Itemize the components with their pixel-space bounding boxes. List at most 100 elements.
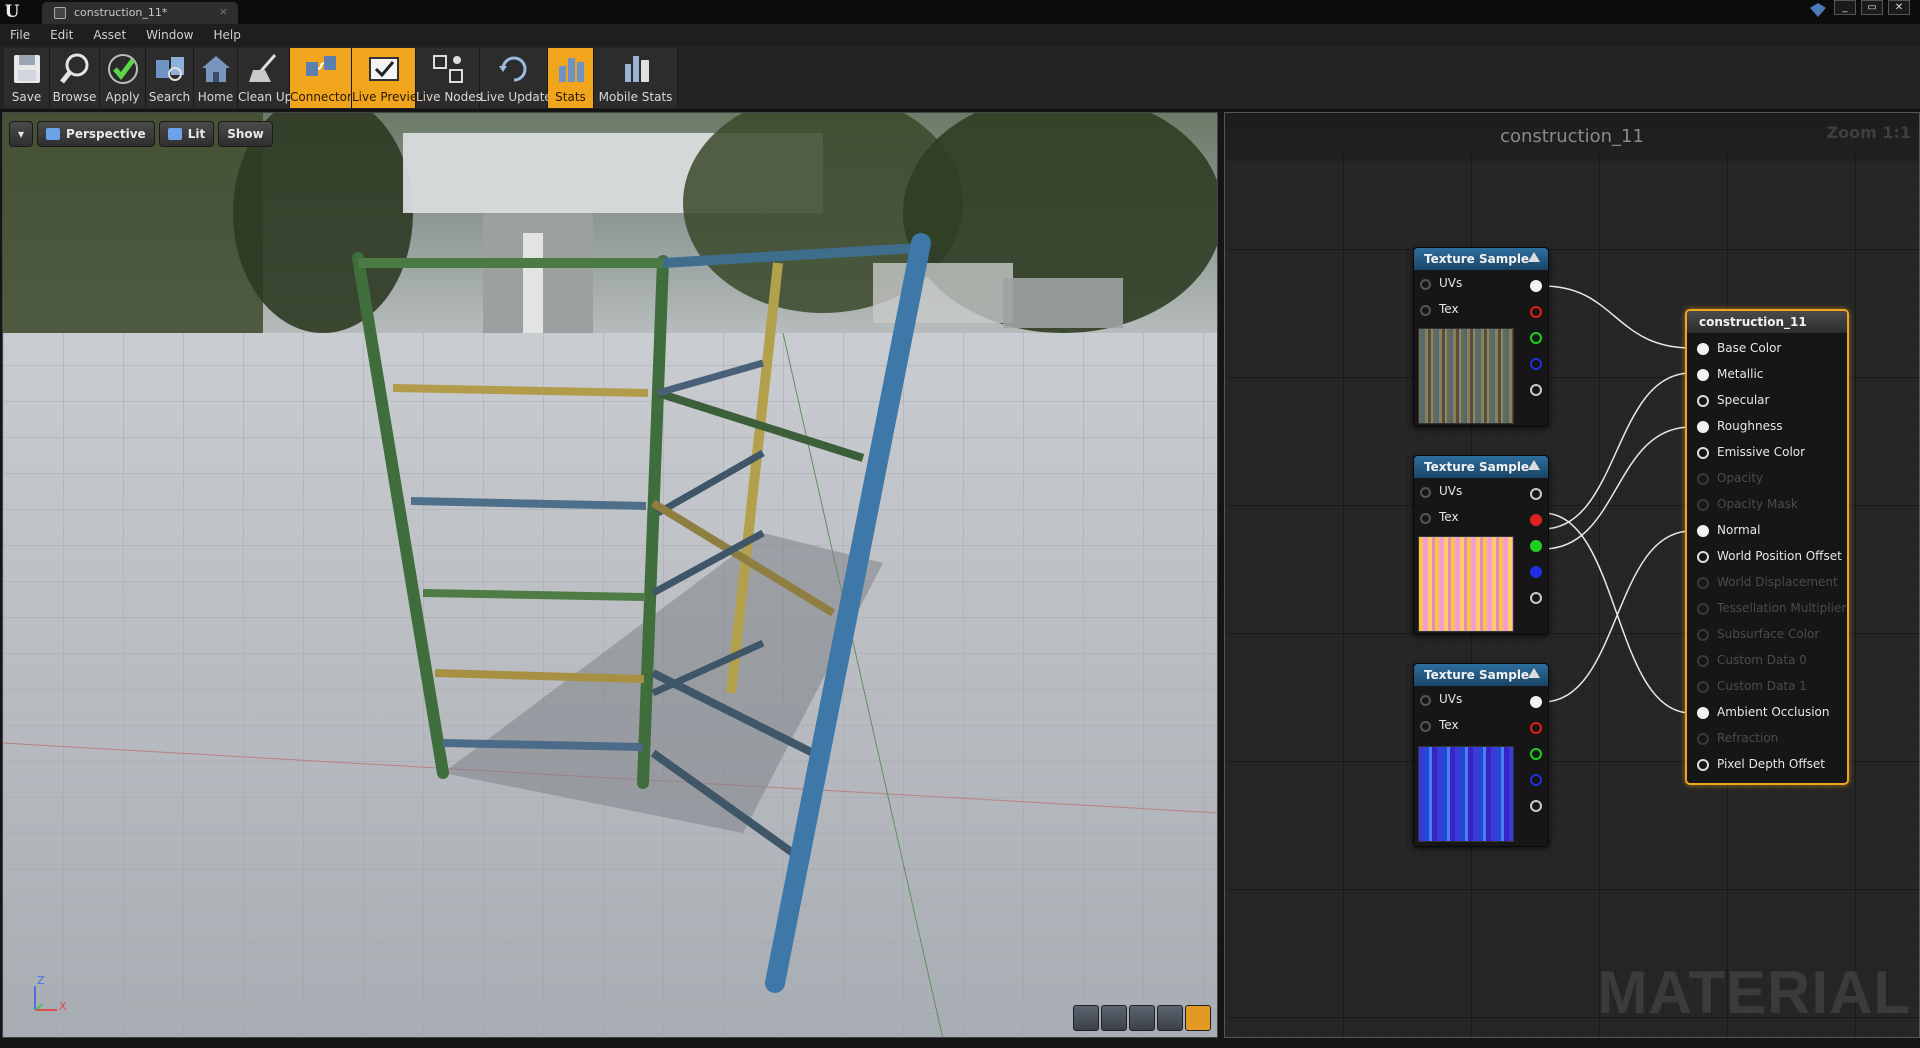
alpha-output-pin[interactable] xyxy=(1530,592,1542,604)
cylinder-preview-button[interactable] xyxy=(1073,1005,1099,1031)
menu-help[interactable]: Help xyxy=(213,28,240,42)
maximize-button[interactable]: ▭ xyxy=(1861,0,1883,15)
browse-button[interactable]: Browse xyxy=(50,48,100,108)
uvs-pin[interactable] xyxy=(1420,695,1431,706)
tex-pin[interactable] xyxy=(1420,305,1431,316)
rgb-output-pin[interactable] xyxy=(1530,280,1542,292)
cube-preview-button[interactable] xyxy=(1157,1005,1183,1031)
blue-output-pin[interactable] xyxy=(1530,566,1542,578)
result-input-ambient-occlusion[interactable]: Ambient Occlusion xyxy=(1687,703,1847,723)
show-button[interactable]: Show xyxy=(218,121,273,147)
blue-output-pin[interactable] xyxy=(1530,774,1542,786)
tex-input[interactable]: Tex xyxy=(1414,508,1548,528)
live-nodes-label: Live Nodes xyxy=(416,90,482,104)
input-pin[interactable] xyxy=(1697,343,1709,355)
red-output-pin[interactable] xyxy=(1530,722,1542,734)
menu-file[interactable]: File xyxy=(10,28,30,42)
connectors-button[interactable]: Connectors xyxy=(290,48,358,108)
tex-pin[interactable] xyxy=(1420,721,1431,732)
green-output-pin[interactable] xyxy=(1530,748,1542,760)
clean-up-button[interactable]: Clean Up xyxy=(238,48,292,108)
uvs-label: UVs xyxy=(1439,484,1463,498)
input-pin xyxy=(1697,629,1709,641)
perspective-button[interactable]: Perspective xyxy=(37,121,155,147)
menu-edit[interactable]: Edit xyxy=(50,28,73,42)
tab-close-button[interactable]: × xyxy=(219,5,228,18)
red-output-pin[interactable] xyxy=(1530,514,1542,526)
red-output-pin[interactable] xyxy=(1530,306,1542,318)
input-pin[interactable] xyxy=(1697,369,1709,381)
viewport-options-button[interactable]: ▾ xyxy=(9,121,34,147)
home-button[interactable]: Home xyxy=(194,48,238,108)
texture-sample-node-2[interactable]: Texture Sample UVs Tex xyxy=(1413,455,1549,635)
live-nodes-button[interactable]: Live Nodes xyxy=(416,48,482,108)
sphere-preview-button[interactable] xyxy=(1101,1005,1127,1031)
tex-input[interactable]: Tex xyxy=(1414,300,1548,320)
green-output-pin[interactable] xyxy=(1530,540,1542,552)
preview-viewport[interactable]: ▾ Perspective Lit Show Z X xyxy=(2,112,1218,1038)
uvs-pin[interactable] xyxy=(1420,487,1431,498)
save-button[interactable]: Save xyxy=(4,48,50,108)
input-pin[interactable] xyxy=(1697,525,1709,537)
close-window-button[interactable]: ✕ xyxy=(1888,0,1910,15)
document-tab[interactable]: construction_11* × xyxy=(42,2,238,24)
texture-sample-header[interactable]: Texture Sample xyxy=(1414,664,1548,686)
alpha-output-pin[interactable] xyxy=(1530,384,1542,396)
collapse-icon[interactable] xyxy=(1528,252,1540,262)
uvs-label: UVs xyxy=(1439,692,1463,706)
tex-input[interactable]: Tex xyxy=(1414,716,1548,736)
search-button[interactable]: Search xyxy=(146,48,194,108)
stats-button[interactable]: Stats xyxy=(548,48,594,108)
input-pin[interactable] xyxy=(1697,551,1709,563)
input-pin[interactable] xyxy=(1697,421,1709,433)
result-input-specular[interactable]: Specular xyxy=(1687,391,1847,411)
tex-pin[interactable] xyxy=(1420,513,1431,524)
result-input-world-position-offset[interactable]: World Position Offset xyxy=(1687,547,1847,567)
show-label: Show xyxy=(227,127,264,141)
input-pin[interactable] xyxy=(1697,447,1709,459)
viewport-scene[interactable] xyxy=(3,113,1218,1038)
minimize-button[interactable]: _ xyxy=(1834,0,1856,15)
menu-asset[interactable]: Asset xyxy=(93,28,126,42)
mobile-stats-label: Mobile Stats xyxy=(598,90,673,104)
custom-mesh-preview-button[interactable] xyxy=(1185,1005,1211,1031)
notification-icon[interactable] xyxy=(1810,3,1826,17)
result-input-pixel-depth-offset[interactable]: Pixel Depth Offset xyxy=(1687,755,1847,775)
collapse-icon[interactable] xyxy=(1528,460,1540,470)
live-preview-button[interactable]: Live Preview xyxy=(352,48,427,108)
plane-preview-button[interactable] xyxy=(1129,1005,1155,1031)
result-input-normal[interactable]: Normal xyxy=(1687,521,1847,541)
input-pin[interactable] xyxy=(1697,395,1709,407)
collapse-icon[interactable] xyxy=(1528,668,1540,678)
input-label: Normal xyxy=(1717,523,1761,537)
material-graph[interactable]: construction_11 Zoom 1:1 MATERIAL Textur… xyxy=(1224,112,1920,1038)
viewport-toolbar: ▾ Perspective Lit Show xyxy=(9,121,273,147)
apply-button[interactable]: Apply xyxy=(100,48,146,108)
menu-window[interactable]: Window xyxy=(146,28,193,42)
texture-sample-header[interactable]: Texture Sample xyxy=(1414,248,1548,270)
uvs-pin[interactable] xyxy=(1420,279,1431,290)
uvs-input[interactable]: UVs xyxy=(1414,274,1548,294)
rgb-output-pin[interactable] xyxy=(1530,696,1542,708)
result-input-base-color[interactable]: Base Color xyxy=(1687,339,1847,359)
result-node-title[interactable]: construction_11 xyxy=(1687,311,1847,333)
texture-sample-header[interactable]: Texture Sample xyxy=(1414,456,1548,478)
input-pin[interactable] xyxy=(1697,759,1709,771)
green-output-pin[interactable] xyxy=(1530,332,1542,344)
lit-button[interactable]: Lit xyxy=(158,121,215,147)
blue-output-pin[interactable] xyxy=(1530,358,1542,370)
rgb-output-pin[interactable] xyxy=(1530,488,1542,500)
result-input-metallic[interactable]: Metallic xyxy=(1687,365,1847,385)
result-input-emissive-color[interactable]: Emissive Color xyxy=(1687,443,1847,463)
input-pin xyxy=(1697,499,1709,511)
material-result-node[interactable]: construction_11 Base Color Metallic Specul… xyxy=(1685,309,1849,785)
mobile-stats-button[interactable]: Mobile Stats xyxy=(594,48,678,108)
texture-sample-node-3[interactable]: Texture Sample UVs Tex xyxy=(1413,663,1549,847)
uvs-input[interactable]: UVs xyxy=(1414,482,1548,502)
live-update-button[interactable]: Live Update xyxy=(480,48,552,108)
uvs-input[interactable]: UVs xyxy=(1414,690,1548,710)
texture-sample-node-1[interactable]: Texture Sample UVs Tex xyxy=(1413,247,1549,427)
alpha-output-pin[interactable] xyxy=(1530,800,1542,812)
input-pin[interactable] xyxy=(1697,707,1709,719)
result-input-roughness[interactable]: Roughness xyxy=(1687,417,1847,437)
